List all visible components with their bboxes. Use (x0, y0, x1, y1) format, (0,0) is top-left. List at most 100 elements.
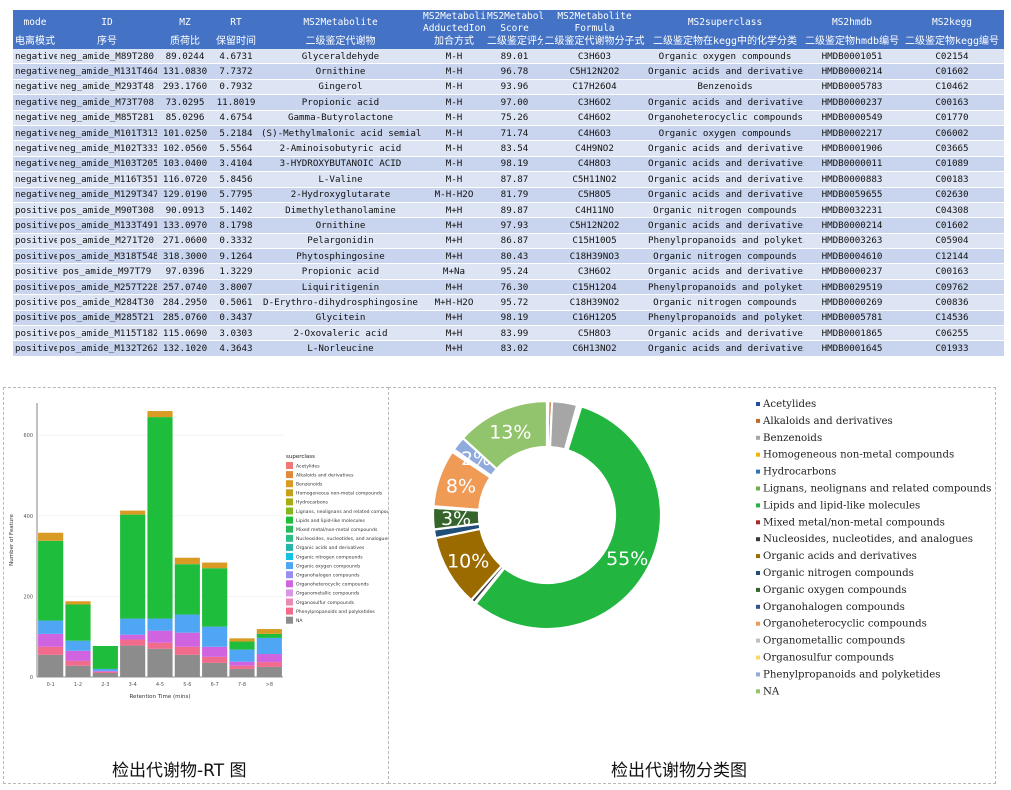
table-cell: 93.96 (486, 79, 543, 96)
table-row: negative neg_amide_M85T281 85.0296 4.6754 Ga… (13, 110, 1004, 126)
table-cell: 75.26 (486, 110, 543, 126)
bar-segment (120, 618, 146, 635)
table-cell: L-Valine (259, 171, 422, 188)
legend-swatch (286, 462, 293, 469)
table-cell: positive (13, 310, 57, 327)
table-cell: negative (13, 110, 57, 126)
table-cell: pos_amide_M132T262 (57, 340, 157, 357)
table-cell: positive (13, 233, 57, 250)
legend-label: Lipids and lipid-like molecules (296, 518, 365, 524)
legend-swatch (756, 571, 760, 575)
legend-label: Organic acids and derivatives (296, 545, 365, 551)
legend-label: Lignans, neolignans and related compound… (763, 484, 991, 495)
table-cell: Organic acids and derivatives (646, 340, 804, 357)
legend-swatch (286, 480, 293, 488)
legend-label: Homogeneous non-metal compounds (296, 491, 383, 497)
header-zh-8: 二级鉴定物在kegg中的化学分类 (646, 35, 804, 49)
table-cell: 4.6731 (213, 49, 259, 65)
table-cell: C3H6O2 (543, 94, 646, 111)
table-cell: HMDB0004610 (804, 248, 900, 265)
table-cell: negative (13, 63, 57, 80)
legend-label: Homogeneous non-metal compounds (763, 450, 954, 461)
table-row: positive pos_amide_M97T79 97.0396 1.3229 Pro… (13, 263, 1004, 280)
table-row: positive pos_amide_M257T228 257.0740 3.8007… (13, 279, 1004, 296)
table-cell: C01089 (900, 156, 1004, 173)
legend-swatch (286, 471, 293, 479)
legend-label: Organosulfur compounds (296, 600, 355, 606)
y-tick-label: 400 (23, 514, 33, 520)
legend-label: Phenylpropanoids and polyketides (296, 609, 375, 615)
table-cell: C6H13NO2 (543, 340, 646, 357)
table-cell: C14536 (900, 310, 1004, 327)
table-cell: M+Na (422, 263, 486, 280)
table-cell: C01933 (900, 340, 1004, 357)
bar-segment (174, 557, 200, 565)
bar-segment (256, 666, 282, 677)
legend-swatch (756, 587, 760, 592)
table-cell: 4.3643 (213, 340, 259, 357)
bar-segment (229, 641, 255, 650)
legend-swatch (756, 503, 760, 508)
rt-stacked-bar-chart: 0 200 400 600 0-1 1-2 2-3 3-4 4-5 5-6 6-7 7-8 >8 Rete… (9, 403, 388, 700)
table-cell: C3H6O2 (543, 263, 646, 280)
table-cell: HMDB0005781 (804, 310, 900, 327)
table-cell: 2-Aminoisobutyric acid (259, 140, 422, 157)
table-cell: HMDB0005783 (804, 79, 900, 96)
table-cell: HMDB0000237 (804, 94, 900, 111)
legend-label: Alkaloids and derivatives (296, 472, 354, 478)
table-cell: 103.0400 (157, 156, 213, 173)
table-cell: Pelargonidin (259, 233, 422, 250)
legend-label: Phenylpropanoids and polyketides (763, 669, 940, 680)
table-cell: HMDB0000269 (804, 294, 900, 311)
table-cell: Liquiritigenin (259, 279, 422, 296)
table-cell: pos_amide_M284T30 (57, 294, 157, 311)
slice-label: 10% (447, 551, 489, 573)
table-cell: C01602 (900, 63, 1004, 80)
table-cell: C5H11NO2 (543, 171, 646, 188)
bar-segment (256, 662, 282, 667)
table-cell: D-Erythro-dihydrosphingosine (259, 294, 422, 311)
header-zh-3: 保留时间 (213, 35, 259, 49)
x-tick-label: 5-6 (183, 682, 191, 688)
legend-swatch (756, 655, 760, 660)
table-cell: C02154 (900, 49, 1004, 65)
legend-swatch (286, 571, 293, 579)
bar-segment (147, 642, 173, 649)
legend-swatch (756, 689, 760, 694)
table-cell: negative (13, 94, 57, 111)
bar-segment (120, 510, 146, 515)
table-cell: HMDB0000237 (804, 263, 900, 280)
bar-segment (38, 540, 64, 621)
legend-swatch (286, 525, 293, 533)
table-cell: C10462 (900, 79, 1004, 96)
bar-segment (65, 650, 91, 661)
legend-label: Organosulfur compounds (763, 653, 894, 664)
table-cell: 83.54 (486, 140, 543, 157)
table-cell: Phytosphingosine (259, 248, 422, 265)
table-cell: 2-Oxovaleric acid (259, 325, 422, 342)
table-cell: C00836 (900, 294, 1004, 311)
x-tick-label: 4-5 (156, 682, 164, 688)
bar-segment (256, 637, 282, 655)
table-cell: C16H12O5 (543, 310, 646, 327)
bar-segment (38, 532, 64, 541)
table-cell: 271.0600 (157, 233, 213, 250)
header-9: MS2hmdb (804, 10, 900, 35)
bar-segment (229, 668, 255, 677)
y-tick-label: 0 (30, 675, 33, 681)
table-cell: C00163 (900, 263, 1004, 280)
header-zh-9: 二级鉴定物hmdb编号 (804, 35, 900, 49)
legend-label: Lipids and lipid-like molecules (763, 500, 920, 511)
x-tick-label: 2-3 (101, 682, 109, 688)
table-cell: 5.2184 (213, 125, 259, 142)
slice-label: 55% (606, 548, 648, 570)
table-cell: neg_amide_M293T48 (57, 79, 157, 96)
table-cell: 0.7932 (213, 79, 259, 96)
x-tick-label: 0-1 (47, 682, 55, 688)
table-cell: HMDB0003263 (804, 233, 900, 250)
legend-label: Mixed metal/non-metal compounds (296, 527, 378, 533)
table-cell: M+H (422, 248, 486, 265)
bar-segment (147, 417, 173, 619)
header-3: RT (213, 10, 259, 35)
table-cell: HMDB0000549 (804, 110, 900, 126)
